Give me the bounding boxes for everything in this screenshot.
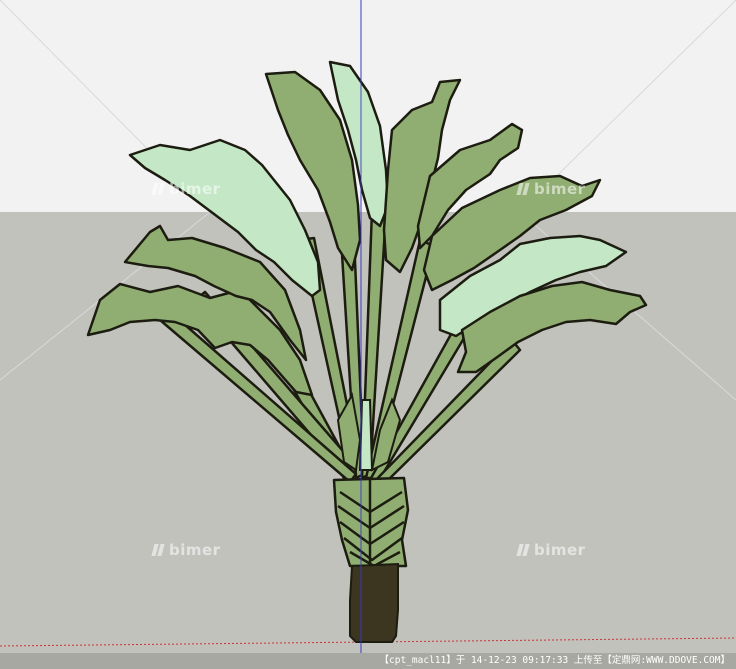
scene-canvas xyxy=(0,0,736,669)
palm-trunk xyxy=(349,562,399,643)
palm-base xyxy=(332,476,410,568)
upload-info-text: 【cpt_macl11】于 14-12-23 09:17:33 上传至【定鼎网:… xyxy=(379,655,730,666)
upload-info-bar: 【cpt_macl11】于 14-12-23 09:17:33 上传至【定鼎网:… xyxy=(0,653,736,669)
sketchup-viewport[interactable] xyxy=(0,0,736,669)
